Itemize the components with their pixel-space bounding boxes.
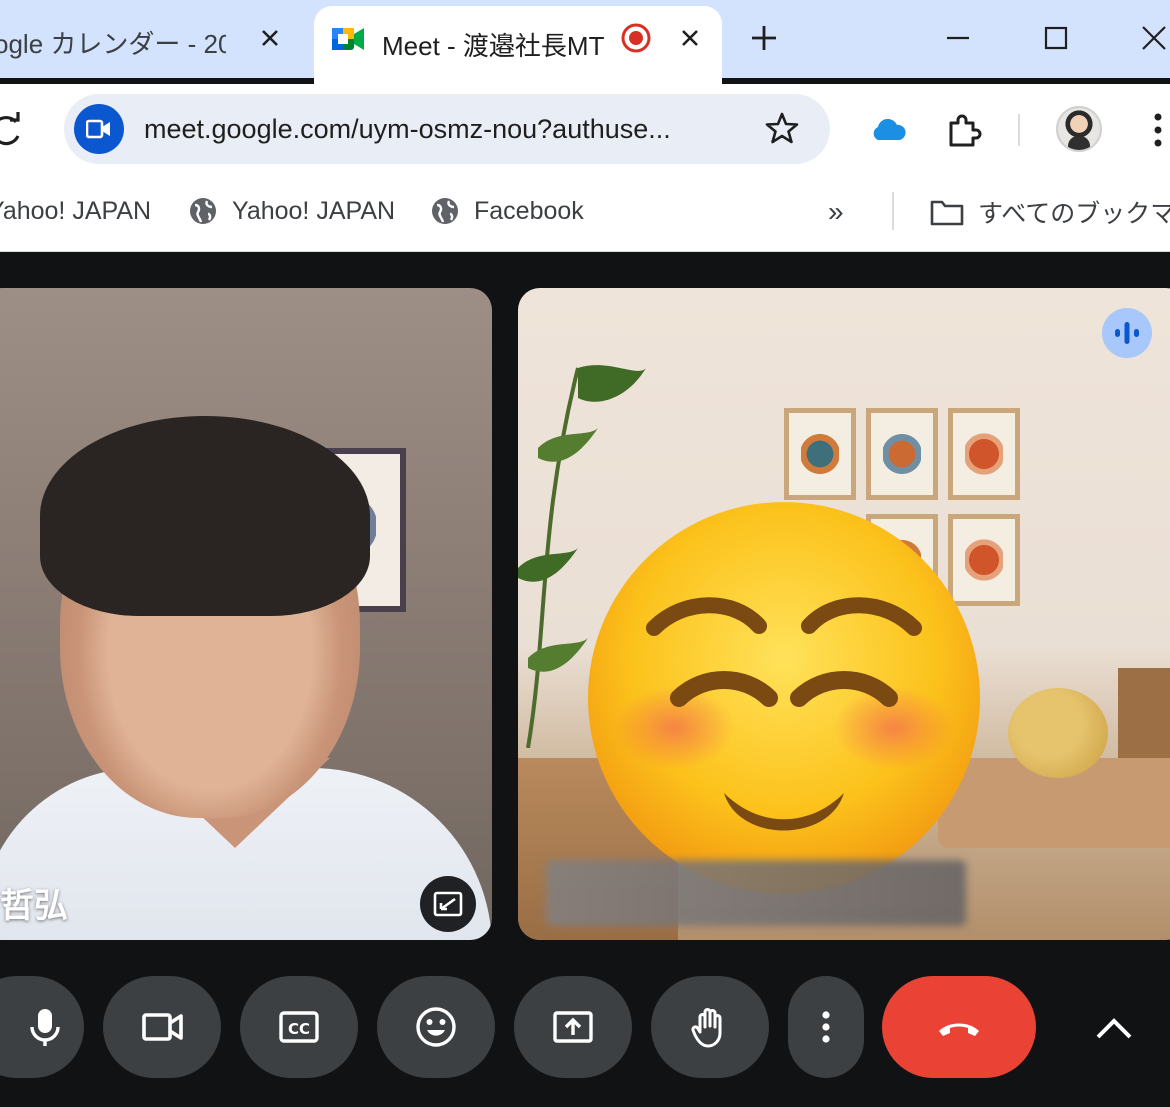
bookmarks-bar: Yahoo! JAPAN Yahoo! JAPAN Facebook » すべて…: [0, 174, 1170, 252]
tab-title: ogle カレンダー - 2025: [0, 29, 226, 59]
participant-hair: [40, 416, 370, 616]
url-text: meet.google.com/uym-osmz-nou?authuse...: [144, 114, 671, 144]
minimize-icon[interactable]: [938, 18, 978, 58]
google-meet-icon: [332, 28, 364, 50]
all-bookmarks-label: すべてのブックマーク: [978, 200, 1170, 228]
video-camera-icon: [142, 1013, 183, 1041]
new-tab-icon[interactable]: [746, 20, 782, 56]
tab-meet[interactable]: Meet - 渡邉社長MT: [314, 6, 722, 88]
browser-menu-icon[interactable]: [1136, 108, 1170, 152]
leave-call-button[interactable]: [882, 976, 1036, 1078]
participant-name: 哲弘: [0, 887, 68, 925]
sofa-cushion: [1008, 688, 1108, 778]
globe-icon: [190, 198, 216, 224]
chevron-up-icon[interactable]: [1086, 1004, 1142, 1052]
bookmark-yahoo-2[interactable]: Yahoo! JAPAN: [188, 194, 395, 228]
picture-in-picture-icon: [433, 891, 463, 917]
more-vert-icon: [822, 1011, 830, 1043]
tab-close-icon[interactable]: [254, 22, 286, 54]
tab-title: Meet - 渡邉社長MT: [382, 31, 605, 61]
profile-avatar[interactable]: [1056, 106, 1102, 152]
hang-up-icon: [939, 1023, 979, 1036]
more-options-button[interactable]: [788, 976, 864, 1078]
address-bar[interactable]: meet.google.com/uym-osmz-nou?authuse...: [64, 94, 830, 164]
speaking-indicator-icon: [1102, 308, 1152, 358]
emoji-smile-icon: [416, 1007, 456, 1047]
folder-icon: [930, 200, 964, 226]
svg-text:CC: CC: [288, 1020, 310, 1038]
wall-frame: [948, 408, 1020, 500]
present-screen-icon: [553, 1011, 593, 1043]
reload-icon[interactable]: [0, 110, 26, 150]
captions-button[interactable]: CC: [240, 976, 358, 1078]
bookmark-facebook[interactable]: Facebook: [430, 194, 584, 228]
camera-button[interactable]: [103, 976, 221, 1078]
participant-tile-1[interactable]: 哲弘: [0, 288, 492, 940]
raise-hand-button[interactable]: [651, 976, 769, 1078]
tab-close-icon[interactable]: [674, 22, 706, 54]
toolbar-divider: [1018, 114, 1020, 146]
bookmark-label: Yahoo! JAPAN: [232, 196, 396, 225]
bookmark-star-icon[interactable]: [764, 110, 800, 146]
onedrive-icon[interactable]: [866, 108, 910, 152]
recording-icon: [621, 23, 651, 53]
participant-tile-2[interactable]: [518, 288, 1170, 940]
tab-strip: ogle カレンダー - 2025 Meet - 渡邉社長MT: [0, 0, 1170, 88]
bookmark-label: Facebook: [474, 196, 584, 225]
wall-frame: [866, 408, 938, 500]
extensions-icon[interactable]: [942, 108, 986, 152]
bookmarks-divider: [892, 192, 894, 230]
all-bookmarks-button[interactable]: すべてのブックマーク: [930, 194, 1170, 230]
reactions-button[interactable]: [377, 976, 495, 1078]
pin-tile-button[interactable]: [420, 876, 476, 932]
bookmark-label: Yahoo! JAPAN: [0, 196, 152, 225]
close-window-icon[interactable]: [1134, 18, 1170, 58]
raise-hand-icon: [691, 1008, 722, 1048]
tab-google-calendar[interactable]: ogle カレンダー - 2025: [0, 0, 300, 78]
smiling-face-emoji-icon: [588, 502, 980, 894]
globe-icon: [432, 198, 458, 224]
closed-captions-icon: CC: [279, 1011, 319, 1043]
wall-frame: [784, 408, 856, 500]
browser-toolbar: meet.google.com/uym-osmz-nou?authuse...: [0, 84, 1170, 174]
present-screen-button[interactable]: [514, 976, 632, 1078]
bookmarks-overflow-button[interactable]: »: [828, 196, 844, 228]
participant-name-blurred: [546, 860, 966, 926]
bookmark-yahoo-1[interactable]: Yahoo! JAPAN: [0, 194, 151, 228]
microphone-icon: [30, 1009, 60, 1046]
site-info-icon[interactable]: [74, 104, 124, 154]
maximize-icon[interactable]: [1036, 18, 1076, 58]
